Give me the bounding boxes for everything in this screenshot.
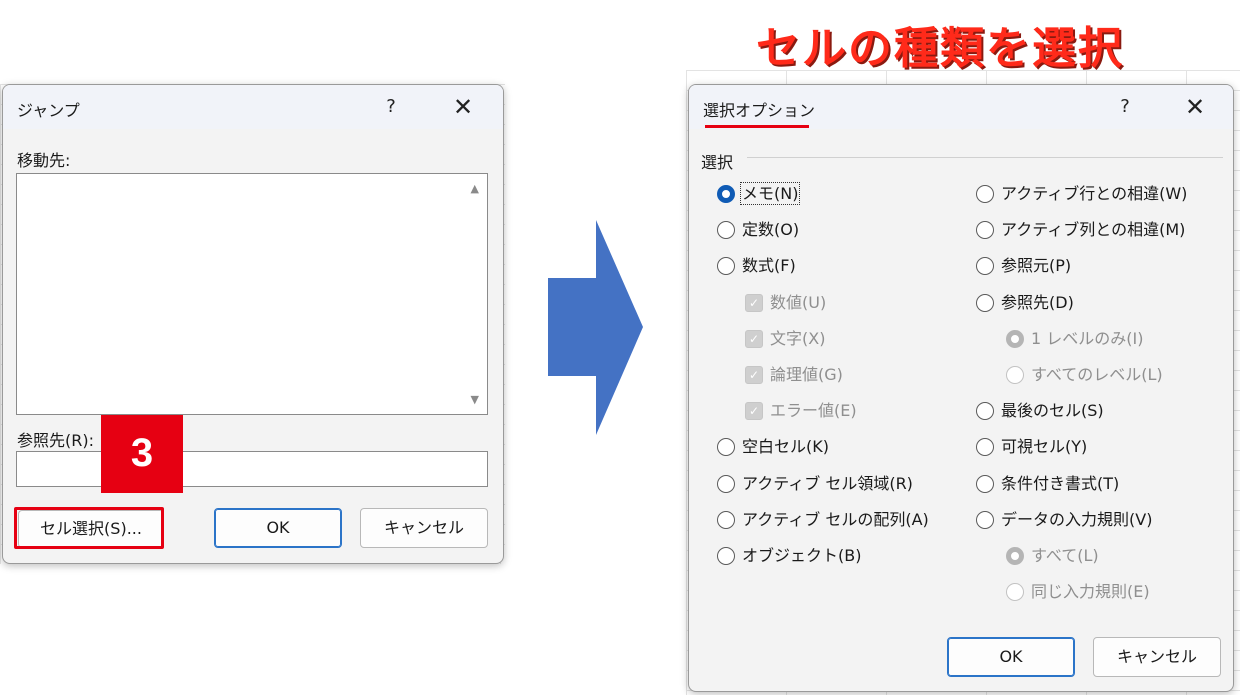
radio-icon[interactable] (976, 256, 994, 275)
option-label: 論理値(G) (770, 365, 843, 384)
option-label: アクティブ列との相違(M) (1001, 220, 1186, 239)
options-titlebar: 選択オプション ? ✕ (689, 85, 1233, 129)
radio-icon (1006, 582, 1024, 601)
option-left-7[interactable]: 空白セル(K) (717, 436, 829, 458)
option-left-2[interactable]: 数式(F) (717, 255, 796, 277)
option-label: 参照元(P) (1001, 256, 1072, 275)
option-label: エラー値(E) (770, 401, 857, 420)
option-right-0[interactable]: アクティブ行との相違(W) (976, 183, 1187, 205)
jump-dialog: ジャンプ ? ✕ 移動先: ▲ ▼ 参照先(R): セル選択(S)... OK … (2, 84, 504, 564)
radio-icon[interactable] (976, 184, 994, 203)
radio-icon (1006, 546, 1024, 565)
option-label: 数値(U) (770, 293, 827, 312)
close-icon[interactable]: ✕ (1175, 93, 1215, 121)
radio-icon (1006, 329, 1024, 348)
cancel-button[interactable]: キャンセル (360, 508, 488, 548)
radio-icon[interactable] (717, 437, 735, 456)
scroll-down-icon[interactable]: ▼ (471, 393, 479, 406)
option-label: 文字(X) (770, 329, 826, 348)
radio-icon[interactable] (976, 437, 994, 456)
scroll-up-icon[interactable]: ▲ (471, 182, 479, 195)
radio-icon[interactable] (717, 220, 735, 239)
option-label: すべて(L) (1031, 546, 1099, 565)
option-label: 最後のセル(S) (1001, 401, 1104, 420)
option-label: 参照先(D) (1001, 293, 1074, 312)
help-icon[interactable]: ? (1107, 93, 1143, 121)
option-left-1[interactable]: 定数(O) (717, 219, 799, 241)
group-label: 選択 (701, 153, 734, 172)
option-left-5: ✓ 論理値(G) (745, 364, 843, 386)
option-label: 空白セル(K) (742, 437, 829, 456)
option-left-4: ✓ 文字(X) (745, 328, 825, 350)
option-right-2[interactable]: 参照元(P) (976, 255, 1071, 277)
checkbox-icon: ✓ (745, 329, 763, 348)
jump-titlebar: ジャンプ ? ✕ (3, 85, 503, 129)
option-label: 数式(F) (742, 256, 796, 275)
option-right-5: すべてのレベル(L) (1006, 364, 1163, 386)
reference-input[interactable] (16, 451, 488, 487)
options-title: 選択オプション (703, 101, 816, 120)
radio-icon (1006, 365, 1024, 384)
option-left-6: ✓ エラー値(E) (745, 400, 857, 422)
option-right-9[interactable]: データの入力規則(V) (976, 509, 1152, 531)
option-right-11: 同じ入力規則(E) (1006, 581, 1150, 603)
select-options-dialog: 選択オプション ? ✕ 選択 メモ(N) 定数(O) 数式(F) ✓ 数値(U) ✓ 文字(… (688, 84, 1234, 692)
option-label: 定数(O) (742, 220, 800, 239)
goto-listbox[interactable]: ▲ ▼ (16, 173, 488, 415)
option-right-8[interactable]: 条件付き書式(T) (976, 473, 1119, 495)
option-right-3[interactable]: 参照先(D) (976, 292, 1074, 314)
option-right-6[interactable]: 最後のセル(S) (976, 400, 1104, 422)
radio-icon[interactable] (717, 256, 735, 275)
option-right-7[interactable]: 可視セル(Y) (976, 436, 1087, 458)
option-label: データの入力規則(V) (1001, 510, 1153, 529)
step-badge: 3 (101, 415, 183, 493)
radio-icon[interactable] (717, 474, 735, 493)
option-left-3: ✓ 数値(U) (745, 292, 826, 314)
option-left-0[interactable]: メモ(N) (717, 182, 801, 205)
headline: セルの種類を選択 (756, 23, 1124, 74)
radio-icon[interactable] (976, 474, 994, 493)
option-label: 条件付き書式(T) (1001, 474, 1120, 493)
checkbox-icon: ✓ (745, 293, 763, 312)
radio-icon[interactable] (976, 293, 994, 312)
checkbox-icon: ✓ (745, 365, 763, 384)
option-label: 1 レベルのみ(I) (1031, 329, 1144, 348)
option-label: メモ(N) (739, 182, 801, 205)
radio-icon[interactable] (717, 510, 735, 529)
right-arrow-icon (548, 220, 643, 435)
option-label: アクティブ セルの配列(A) (742, 510, 929, 529)
arrow-shape (548, 220, 643, 435)
option-left-9[interactable]: アクティブ セルの配列(A) (717, 509, 929, 531)
title-underline (705, 125, 809, 128)
option-right-10: すべて(L) (1006, 545, 1099, 567)
reference-label: 参照先(R): (17, 431, 94, 450)
option-label: アクティブ行との相違(W) (1001, 184, 1188, 203)
option-left-8[interactable]: アクティブ セル領域(R) (717, 473, 913, 495)
close-icon[interactable]: ✕ (443, 93, 483, 121)
checkbox-icon: ✓ (745, 401, 763, 420)
option-label: 同じ入力規則(E) (1031, 582, 1150, 601)
cancel-button[interactable]: キャンセル (1093, 637, 1221, 677)
radio-icon[interactable] (717, 184, 735, 203)
option-label: すべてのレベル(L) (1031, 365, 1163, 384)
option-right-1[interactable]: アクティブ列との相違(M) (976, 219, 1185, 241)
ok-button[interactable]: OK (214, 508, 342, 548)
cell-select-highlight (14, 507, 164, 549)
ok-button[interactable]: OK (947, 637, 1075, 677)
group-divider (747, 157, 1223, 158)
option-right-4: 1 レベルのみ(I) (1006, 328, 1143, 350)
help-icon[interactable]: ? (373, 93, 409, 121)
radio-icon[interactable] (976, 401, 994, 420)
radio-icon[interactable] (717, 546, 735, 565)
radio-icon[interactable] (976, 510, 994, 529)
option-label: オブジェクト(B) (742, 546, 862, 565)
radio-icon[interactable] (976, 220, 994, 239)
option-label: 可視セル(Y) (1001, 437, 1088, 456)
option-label: アクティブ セル領域(R) (742, 474, 913, 493)
goto-label: 移動先: (17, 151, 71, 170)
jump-title: ジャンプ (17, 101, 80, 120)
option-left-10[interactable]: オブジェクト(B) (717, 545, 861, 567)
